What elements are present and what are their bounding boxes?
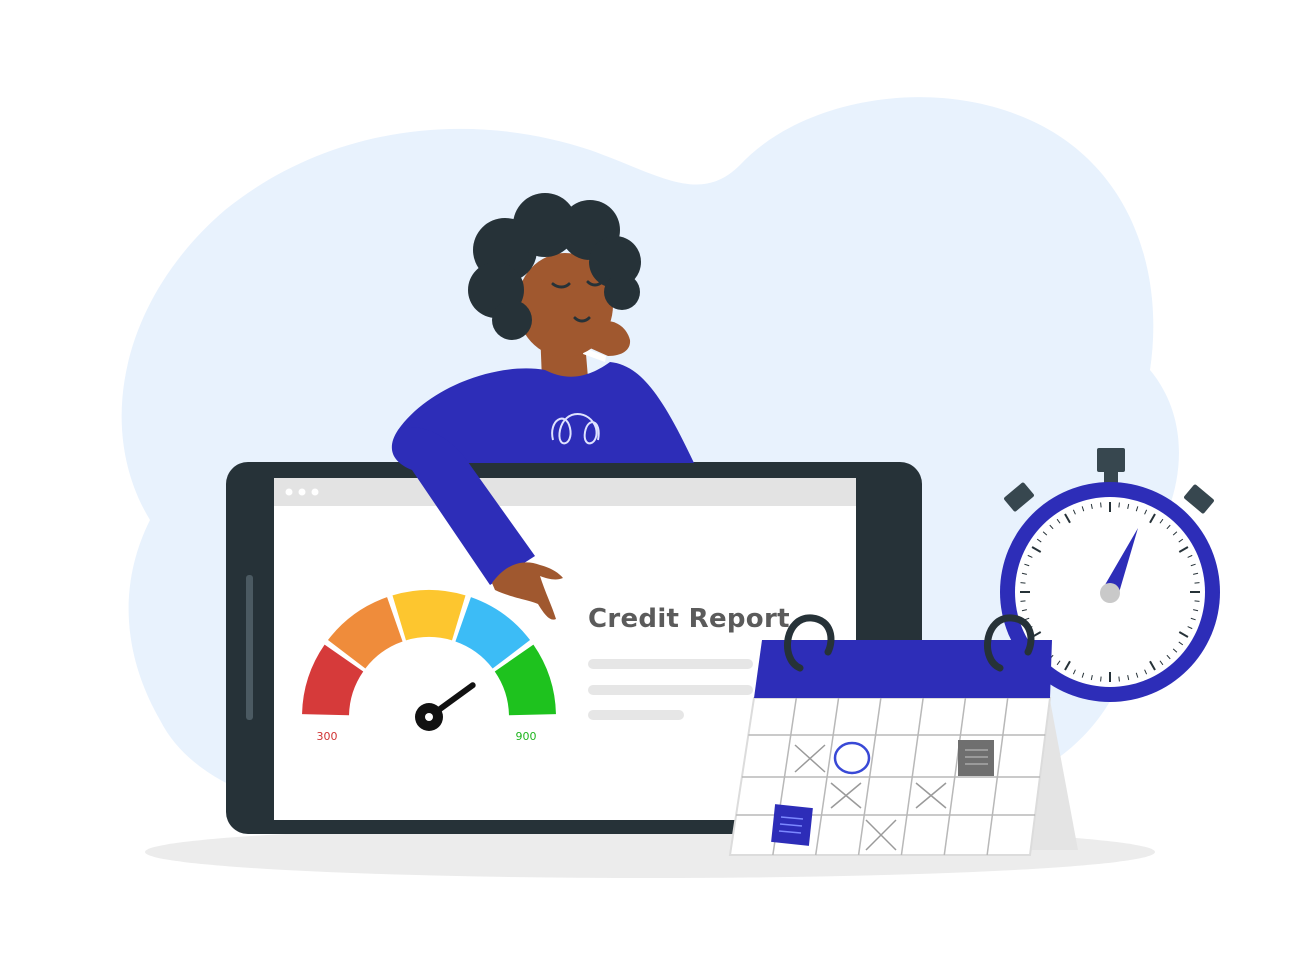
report-title: Credit Report [588, 604, 790, 634]
calendar-note-gray [958, 740, 994, 776]
stopwatch-hub [1100, 583, 1120, 603]
illustration-canvas: 300 900 Credit Report [121, 97, 1220, 878]
gauge-max-label: 900 [516, 730, 537, 743]
stopwatch-tick [1100, 502, 1102, 508]
stopwatch-tick [1100, 676, 1102, 682]
gauge-needle-hub-center [425, 713, 433, 721]
credit-report-illustration: 300 900 Credit Report [0, 0, 1302, 972]
stopwatch-crown-stem [1104, 470, 1118, 484]
report-line-1 [588, 659, 753, 669]
report-line-2 [588, 685, 753, 695]
stopwatch-tick [1194, 600, 1200, 602]
stopwatch-crown [1097, 448, 1125, 472]
calendar-icon [728, 614, 1078, 856]
gauge-min-label: 300 [317, 730, 338, 743]
stopwatch-tick [1020, 600, 1026, 602]
stopwatch-tick [1118, 502, 1120, 508]
three-dots-icon [285, 488, 319, 496]
browser-bar [274, 478, 856, 506]
tablet-side-button [246, 575, 253, 720]
stopwatch-tick [1020, 582, 1026, 584]
stopwatch-tick [1118, 676, 1120, 682]
stopwatch-right-button [1184, 484, 1214, 514]
report-line-3 [588, 710, 684, 720]
stopwatch-tick [1194, 582, 1200, 584]
